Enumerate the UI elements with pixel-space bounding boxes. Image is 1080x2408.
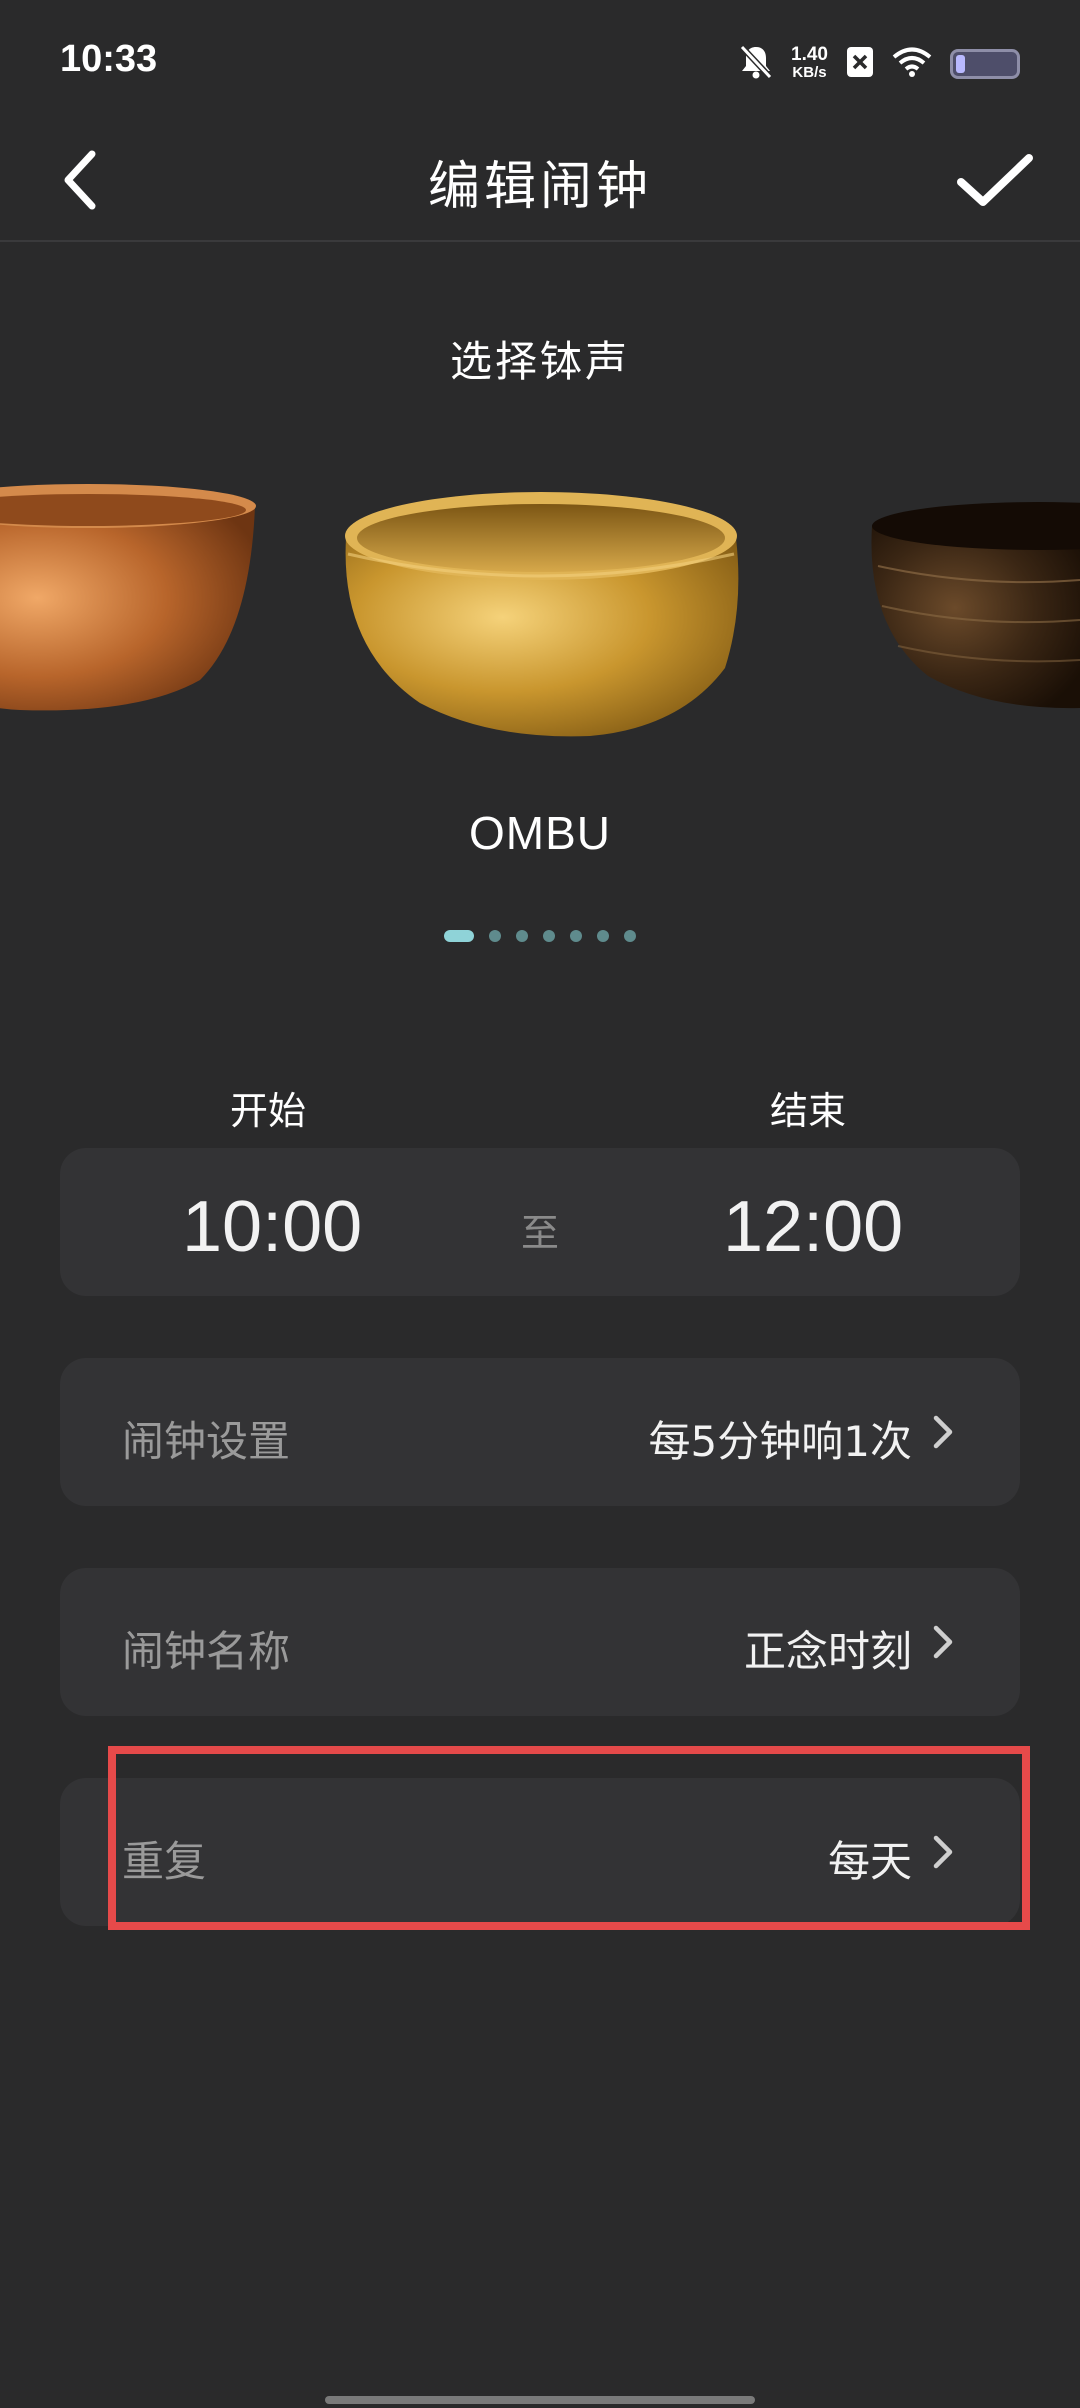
alarm-name-row[interactable]: 闹钟名称 正念时刻	[60, 1568, 1020, 1716]
wifi-icon	[892, 46, 932, 82]
page-dot[interactable]	[516, 930, 528, 942]
check-icon	[957, 154, 1033, 206]
time-range-card: 10:00 至 12:00	[60, 1148, 1020, 1296]
page-dot[interactable]	[597, 930, 609, 942]
bell-off-icon	[739, 44, 773, 84]
alarm-setting-value: 每5分钟响1次	[648, 1417, 912, 1466]
bowl-previous[interactable]	[0, 480, 260, 720]
status-bar: 10:33 1.40 KB/s	[0, 0, 1080, 120]
chevron-right-icon	[933, 1415, 953, 1449]
bowl-selected[interactable]	[340, 478, 740, 738]
alarm-setting-label: 闹钟设置	[122, 1417, 291, 1466]
edit-alarm-screen: 10:33 1.40 KB/s 编辑闹钟 选择钵声 OMBU 开始 结束 10:…	[0, 0, 1080, 2408]
battery-level	[956, 55, 965, 73]
close-box-icon	[846, 46, 874, 82]
status-icons: 1.40 KB/s	[739, 40, 1020, 88]
page-indicator	[0, 930, 1080, 942]
page-dot[interactable]	[489, 930, 501, 942]
bowl-next[interactable]	[868, 496, 1080, 716]
end-label: 结束	[770, 1089, 847, 1133]
alarm-name-value: 正念时刻	[743, 1627, 912, 1676]
alarm-name-label: 闹钟名称	[122, 1627, 291, 1676]
home-indicator[interactable]	[325, 2396, 755, 2404]
time-labels: 开始 结束	[0, 1080, 1080, 1133]
page-dot[interactable]	[570, 930, 582, 942]
net-speed: 1.40 KB/s	[791, 44, 828, 82]
repeat-value: 每天	[827, 1837, 912, 1886]
chevron-right-icon	[933, 1835, 953, 1869]
alarm-setting-row[interactable]: 闹钟设置 每5分钟响1次	[60, 1358, 1020, 1506]
chevron-right-icon	[933, 1625, 953, 1659]
net-speed-value: 1.40	[791, 44, 828, 65]
page-dot[interactable]	[624, 930, 636, 942]
page-dot[interactable]	[444, 930, 474, 942]
end-time-value[interactable]: 12:00	[723, 1186, 903, 1268]
repeat-row[interactable]: 重复 每天	[60, 1778, 1020, 1926]
start-label: 开始	[230, 1089, 307, 1133]
header: 编辑闹钟	[0, 120, 1080, 242]
confirm-button[interactable]	[950, 140, 1040, 220]
page-dot[interactable]	[543, 930, 555, 942]
net-speed-unit: KB/s	[792, 64, 827, 81]
battery-icon	[950, 49, 1020, 79]
status-time: 10:33	[60, 38, 158, 80]
page-title: 编辑闹钟	[427, 157, 652, 217]
selected-bowl-name: OMBU	[469, 807, 611, 859]
bowl-picker-title: 选择钵声	[449, 337, 630, 386]
repeat-label: 重复	[122, 1837, 207, 1886]
